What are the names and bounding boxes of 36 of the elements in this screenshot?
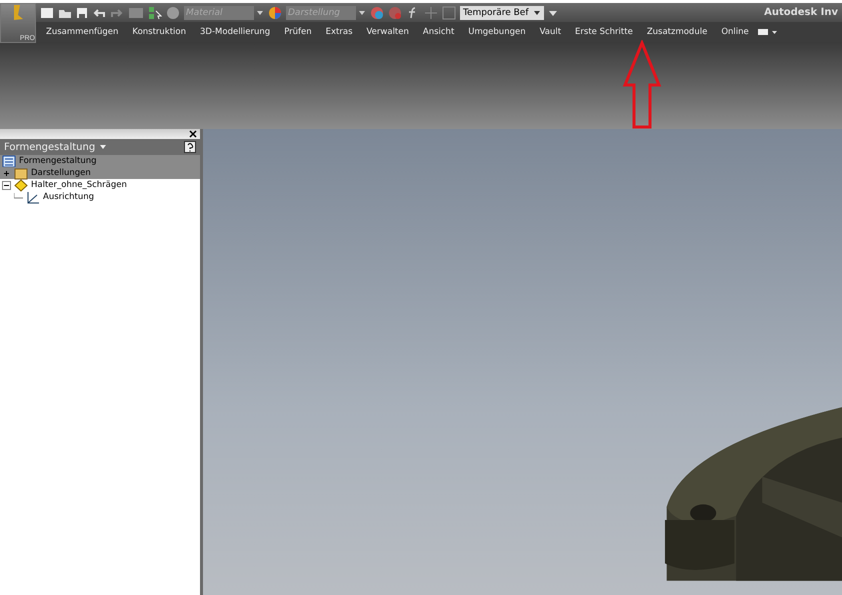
ribbon-tab[interactable]: Erste Schritte <box>569 25 639 39</box>
ribbon-tab[interactable]: 3D-Modellierung <box>194 25 276 39</box>
axes-icon <box>26 190 40 204</box>
expand-toggle[interactable] <box>2 180 11 190</box>
ribbon-tab[interactable]: Prüfen <box>278 25 318 39</box>
new-document-icon[interactable] <box>40 6 54 18</box>
document-icon <box>2 154 16 168</box>
window-title: Autodesk Inv <box>764 7 838 18</box>
undo-icon[interactable] <box>92 6 106 18</box>
ribbon-tab[interactable]: Umgebungen <box>462 25 532 39</box>
ribbon-tab[interactable]: Online <box>715 25 755 39</box>
display-options-icon[interactable] <box>756 27 779 37</box>
save-icon[interactable] <box>76 6 88 18</box>
select-icon[interactable] <box>148 6 162 20</box>
ribbon-tab[interactable]: Vault <box>534 25 568 39</box>
dropdown-icon[interactable] <box>358 8 366 16</box>
ribbon-tab[interactable]: Verwalten <box>360 25 415 39</box>
tree-item[interactable]: Ausrichtung <box>43 192 94 202</box>
ribbon-tab[interactable]: Zusammenfügen <box>40 25 124 39</box>
sphere-icon[interactable] <box>370 6 384 20</box>
color-wheel-icon[interactable] <box>268 6 282 20</box>
expand-toggle[interactable] <box>2 168 11 178</box>
ribbon-tab[interactable]: Konstruktion <box>126 25 192 39</box>
close-icon[interactable] <box>189 130 197 138</box>
tree-connector-icon <box>14 192 23 202</box>
help-icon[interactable] <box>184 141 196 153</box>
folder-icon <box>14 166 28 180</box>
browser-title[interactable]: Formengestaltung <box>4 142 96 152</box>
dropdown-icon[interactable] <box>99 143 108 151</box>
command-dropdown[interactable]: Temporäre Bef <box>460 6 544 20</box>
ribbon-tab[interactable]: Ansicht <box>416 25 460 39</box>
dropdown-icon <box>532 8 540 16</box>
ribbon-tab[interactable]: Zusatzmodule <box>640 25 714 39</box>
tree-item[interactable]: Halter_ohne_Schrägen <box>31 180 127 190</box>
dropdown-icon[interactable] <box>256 8 264 16</box>
ribbon-tab[interactable]: Extras <box>320 25 359 39</box>
